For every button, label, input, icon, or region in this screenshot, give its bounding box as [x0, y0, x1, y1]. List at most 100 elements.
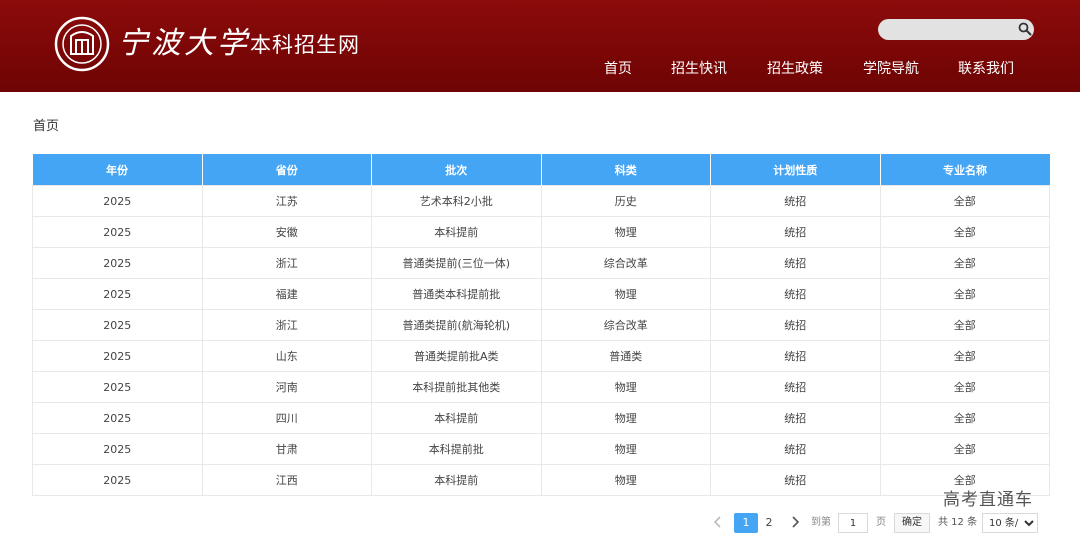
cell-plan-type: 统招 — [710, 340, 881, 372]
nav-admission-policy[interactable]: 招生政策 — [767, 58, 823, 80]
admission-plan-table: 年份 省份 批次 科类 计划性质 专业名称 2025 江苏 艺术本科2小批 历史 统招全… — [32, 154, 1050, 496]
page-size-select[interactable]: 10 条/页 — [982, 513, 1038, 533]
column-header-province[interactable]: 省份 — [202, 154, 372, 186]
cell-major-name: 全部 — [879, 185, 1050, 217]
cell-batch: 艺术本科2小批 — [371, 185, 542, 217]
university-calligraphy-name: 宁波大学 — [118, 26, 250, 61]
column-header-plan-type[interactable]: 计划性质 — [710, 154, 881, 186]
cell-province: 山东 — [201, 340, 372, 372]
table-row: 2025 河南 本科提前批其他类 物理 统招 全部 — [32, 371, 1050, 403]
column-header-major-name[interactable]: 专业名称 — [880, 154, 1050, 186]
table-row: 2025 浙江 普通类提前(航海轮机) 综合改革 统招 全部 — [32, 309, 1050, 341]
cell-province: 福建 — [201, 278, 372, 310]
cell-batch: 普通类本科提前批 — [371, 278, 542, 310]
cell-year: 2025 — [32, 340, 203, 372]
column-header-subject-category[interactable]: 科类 — [541, 154, 711, 186]
cell-subject-category: 物理 — [540, 433, 711, 465]
column-header-year[interactable]: 年份 — [32, 154, 203, 186]
cell-batch: 本科提前批 — [371, 433, 542, 465]
cell-province: 甘肃 — [201, 433, 372, 465]
cell-plan-type: 统招 — [710, 433, 881, 465]
goto-page-label: 到第 — [811, 517, 831, 528]
nav-contact-us[interactable]: 联系我们 — [958, 58, 1014, 80]
cell-subject-category: 普通类 — [540, 340, 711, 372]
cell-plan-type: 统招 — [710, 464, 881, 496]
cell-batch: 本科提前批其他类 — [371, 371, 542, 403]
cell-province: 浙江 — [201, 247, 372, 279]
cell-province: 河南 — [201, 371, 372, 403]
cell-province: 江苏 — [201, 185, 372, 217]
cell-subject-category: 物理 — [540, 464, 711, 496]
page-unit-label: 页 — [876, 517, 886, 528]
nav-college-guide[interactable]: 学院导航 — [863, 58, 919, 80]
cell-major-name: 全部 — [879, 340, 1050, 372]
table-row: 2025 浙江 普通类提前(三位一体) 综合改革 统招 全部 — [32, 247, 1050, 279]
cell-plan-type: 统招 — [710, 309, 881, 341]
breadcrumb: 首页 — [33, 119, 60, 134]
watermark-text: 高考直通车 — [943, 490, 1033, 510]
goto-page-input[interactable] — [838, 513, 868, 533]
column-header-batch[interactable]: 批次 — [371, 154, 542, 186]
cell-year: 2025 — [32, 464, 203, 496]
total-count: 共 12 条 — [938, 517, 978, 528]
table-row: 2025 福建 普通类本科提前批 物理 统招 全部 — [32, 278, 1050, 310]
search-icon[interactable] — [1018, 22, 1032, 36]
cell-major-name: 全部 — [879, 433, 1050, 465]
cell-year: 2025 — [32, 278, 203, 310]
cell-plan-type: 统招 — [710, 216, 881, 248]
cell-subject-category: 物理 — [540, 371, 711, 403]
table-row: 2025 安徽 本科提前 物理 统招 全部 — [32, 216, 1050, 248]
cell-year: 2025 — [32, 309, 203, 341]
nav-home[interactable]: 首页 — [604, 58, 632, 80]
table-row: 2025 江苏 艺术本科2小批 历史 统招 全部 — [32, 185, 1050, 217]
cell-batch: 本科提前 — [371, 464, 542, 496]
table-header: 年份 省份 批次 科类 计划性质 专业名称 — [32, 154, 1050, 186]
cell-major-name: 全部 — [879, 371, 1050, 403]
cell-batch: 普通类提前(航海轮机) — [371, 309, 542, 341]
cell-plan-type: 统招 — [710, 402, 881, 434]
table-row: 2025 甘肃 本科提前批 物理 统招 全部 — [32, 433, 1050, 465]
table-row: 2025 山东 普通类提前批A类 普通类 统招 全部 — [32, 340, 1050, 372]
cell-subject-category: 物理 — [540, 216, 711, 248]
cell-major-name: 全部 — [879, 216, 1050, 248]
cell-major-name: 全部 — [879, 309, 1050, 341]
cell-major-name: 全部 — [879, 402, 1050, 434]
site-header: 宁波大学 本科招生网 首页 招生快讯 招生政策 学院导航 联系我们 — [0, 0, 1080, 92]
cell-plan-type: 统招 — [710, 247, 881, 279]
cell-year: 2025 — [32, 247, 203, 279]
site-title: 本科招生网 — [250, 33, 360, 57]
university-seal-logo[interactable] — [54, 16, 110, 72]
cell-year: 2025 — [32, 402, 203, 434]
cell-province: 浙江 — [201, 309, 372, 341]
cell-plan-type: 统招 — [710, 278, 881, 310]
confirm-goto-button[interactable]: 确定 — [894, 513, 930, 533]
cell-subject-category: 物理 — [540, 278, 711, 310]
search-input[interactable] — [878, 19, 1034, 40]
table-row: 2025 四川 本科提前 物理 统招 全部 — [32, 402, 1050, 434]
table-body: 2025 江苏 艺术本科2小批 历史 统招 全部 2025 安徽 本科提前 物理 统招 全部 2025 浙… — [32, 185, 1050, 496]
cell-batch: 本科提前 — [371, 402, 542, 434]
cell-year: 2025 — [32, 216, 203, 248]
table-row: 2025 江西 本科提前 物理 统招 全部 — [32, 464, 1050, 496]
cell-year: 2025 — [32, 371, 203, 403]
cell-plan-type: 统招 — [710, 371, 881, 403]
previous-page-icon[interactable] — [712, 515, 724, 529]
cell-year: 2025 — [32, 185, 203, 217]
cell-subject-category: 综合改革 — [540, 309, 711, 341]
page-button-1[interactable]: 1 — [734, 513, 758, 533]
nav-admission-news[interactable]: 招生快讯 — [671, 58, 727, 80]
cell-major-name: 全部 — [879, 278, 1050, 310]
table-header-row: 年份 省份 批次 科类 计划性质 专业名称 — [32, 154, 1050, 186]
cell-major-name: 全部 — [879, 247, 1050, 279]
cell-year: 2025 — [32, 433, 203, 465]
cell-batch: 本科提前 — [371, 216, 542, 248]
next-page-icon[interactable] — [789, 515, 801, 529]
page-button-2[interactable]: 2 — [757, 513, 781, 533]
cell-plan-type: 统招 — [710, 185, 881, 217]
cell-province: 四川 — [201, 402, 372, 434]
cell-subject-category: 综合改革 — [540, 247, 711, 279]
cell-subject-category: 历史 — [540, 185, 711, 217]
cell-batch: 普通类提前(三位一体) — [371, 247, 542, 279]
cell-subject-category: 物理 — [540, 402, 711, 434]
cell-province: 江西 — [201, 464, 372, 496]
